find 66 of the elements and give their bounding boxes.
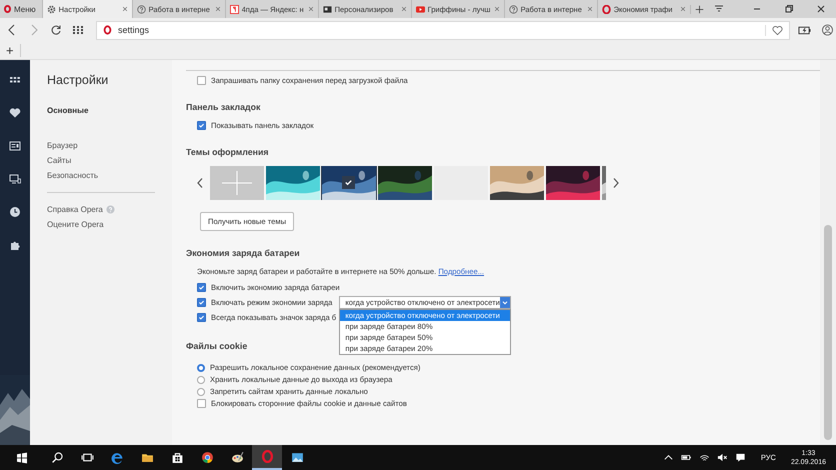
radio-button[interactable] xyxy=(197,388,205,396)
settings-nav-item[interactable]: Основные xyxy=(47,103,88,118)
news-icon xyxy=(322,4,332,14)
section-heading: Панель закладок xyxy=(186,102,260,112)
checkbox[interactable] xyxy=(197,313,206,322)
help-icon xyxy=(136,4,146,14)
checkbox[interactable] xyxy=(197,76,206,85)
clock-icon[interactable] xyxy=(9,206,21,218)
menu-button[interactable]: Меню xyxy=(0,0,42,18)
search-icon[interactable] xyxy=(50,451,64,464)
radio-button[interactable] xyxy=(197,364,205,372)
settings-link[interactable]: Справка Opera xyxy=(47,205,103,214)
close-icon[interactable] xyxy=(680,6,686,12)
battery-icon[interactable] xyxy=(680,452,692,463)
shopping-bag-icon[interactable] xyxy=(170,451,184,464)
close-icon[interactable] xyxy=(400,6,407,12)
speed-dial-icon[interactable] xyxy=(70,24,86,36)
browser-e-icon[interactable] xyxy=(110,451,124,464)
radio-button[interactable] xyxy=(197,376,205,384)
checkbox[interactable] xyxy=(197,399,206,408)
account-icon[interactable] xyxy=(821,24,834,36)
puzzle-icon[interactable] xyxy=(9,239,21,251)
video-play-icon xyxy=(416,4,425,14)
settings-title: Настройки xyxy=(47,73,110,87)
tab-menu-icon[interactable] xyxy=(714,4,724,14)
close-icon[interactable] xyxy=(308,6,314,12)
gear-icon xyxy=(46,4,56,14)
add-theme-tile[interactable] xyxy=(210,166,264,200)
settings-nav-item[interactable]: Браузер xyxy=(47,138,78,153)
close-icon[interactable] xyxy=(816,4,826,14)
wifi-icon[interactable] xyxy=(698,452,710,463)
task-view-icon[interactable] xyxy=(80,451,94,464)
image-icon[interactable] xyxy=(290,451,304,464)
address-field[interactable]: settings xyxy=(96,20,790,40)
section-heading: Экономия заряда батареи xyxy=(186,248,300,258)
restore-icon[interactable] xyxy=(784,4,794,14)
notification-icon[interactable] xyxy=(734,452,746,463)
check-icon xyxy=(342,176,355,189)
settings-link[interactable]: Оцените Opera xyxy=(47,220,104,229)
opera-logo-icon xyxy=(103,25,112,35)
section-heading: Файлы cookie xyxy=(186,341,248,351)
checkbox[interactable] xyxy=(197,121,206,130)
round-browser-icon[interactable] xyxy=(200,451,214,464)
checkbox[interactable] xyxy=(197,283,206,292)
palette-icon[interactable] xyxy=(230,451,244,464)
close-icon[interactable] xyxy=(586,6,593,12)
battery-icon[interactable] xyxy=(798,24,811,36)
close-icon[interactable] xyxy=(494,6,500,12)
chevron-right-icon[interactable] xyxy=(612,177,620,189)
settings-nav-item[interactable]: Безопасность xyxy=(47,168,98,183)
caret-icon xyxy=(501,298,510,306)
volume-muted-icon[interactable] xyxy=(716,452,728,463)
close-icon[interactable] xyxy=(122,6,128,12)
scrollbar-thumb[interactable] xyxy=(824,225,832,440)
help-icon xyxy=(508,4,518,14)
checkbox[interactable] xyxy=(197,298,206,307)
close-icon[interactable] xyxy=(214,6,221,12)
add-bookmark-button[interactable]: + xyxy=(0,44,21,57)
chevron-left-icon[interactable] xyxy=(196,177,204,189)
settings-nav-item[interactable]: Сайты xyxy=(47,153,72,168)
heart-icon[interactable] xyxy=(9,107,21,119)
opera-logo-icon xyxy=(602,4,611,14)
devices-icon[interactable] xyxy=(9,173,21,185)
news-icon[interactable] xyxy=(9,140,21,152)
section-heading: Темы оформления xyxy=(186,147,268,157)
opera-logo-icon xyxy=(4,5,11,13)
